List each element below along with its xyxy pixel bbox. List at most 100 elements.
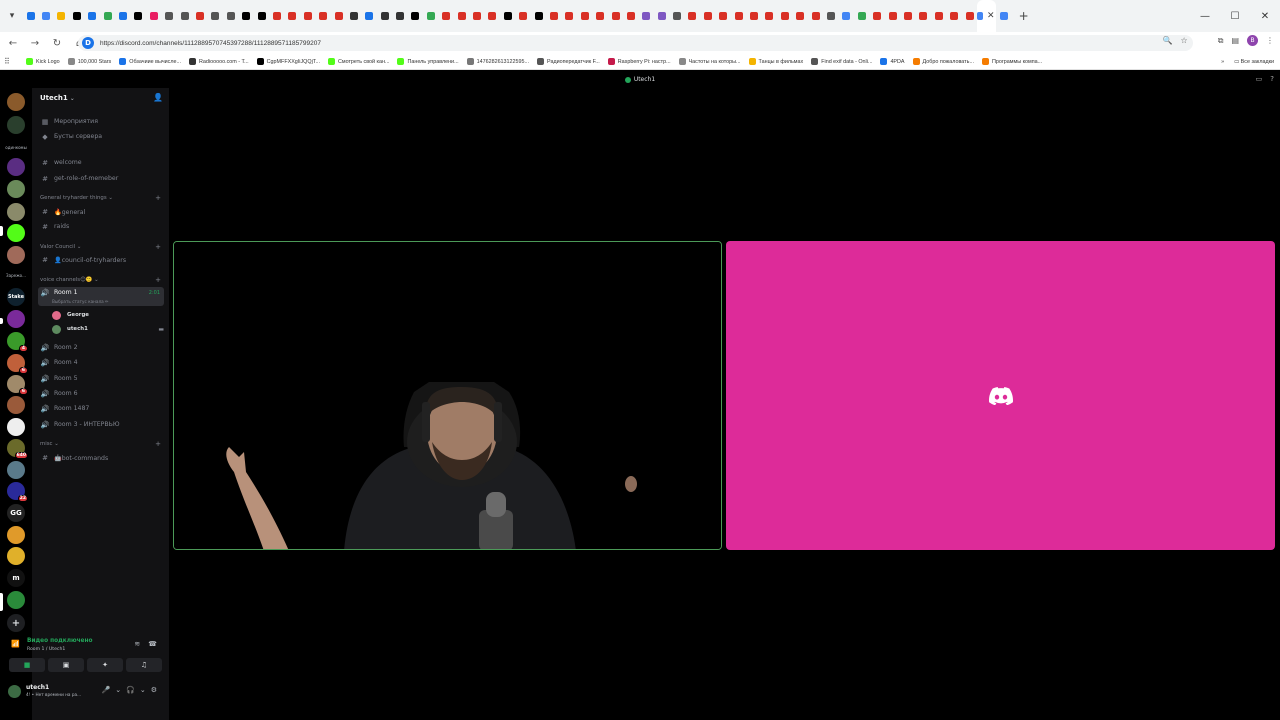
server-icon[interactable]: 22 [7,482,28,502]
address-bar[interactable]: D https://discord.com/channels/111288957… [78,35,1193,51]
browser-tab[interactable] [639,0,654,32]
disconnect-icon[interactable]: ☎ [148,640,157,648]
back-icon[interactable]: ← [4,34,22,52]
browser-tab[interactable] [592,0,607,32]
server-icon[interactable] [7,224,25,242]
browser-tab[interactable] [962,0,977,32]
browser-tab[interactable] [946,0,961,32]
bookmark-item[interactable]: Добро пожаловать... [912,58,974,65]
bookmark-item[interactable]: Программы компа... [981,58,1042,65]
server-icon[interactable] [7,526,25,544]
server-icon[interactable] [7,418,25,436]
server-icon[interactable] [7,310,25,328]
apps-grid-icon[interactable]: ⠿ [4,57,18,66]
channel-get-role[interactable]: # get-role-of-memeber [38,172,164,185]
new-tab-icon[interactable]: + [1016,8,1032,24]
browser-tab[interactable] [516,0,531,32]
browser-tab[interactable] [900,0,915,32]
server-icon[interactable]: 6 [7,375,28,395]
browser-tab[interactable] [546,0,561,32]
video-tile-avatar[interactable] [726,241,1275,550]
channel-general[interactable]: # 🔥general [38,205,164,218]
voice-room[interactable]: 🔊 Room 5 [38,372,164,385]
bookmark-item[interactable]: Raspberry Pi: настр... [607,58,671,65]
server-icon[interactable] [7,396,25,414]
bookmarks-overflow-icon[interactable]: » [1221,59,1224,65]
browser-tab[interactable] [700,0,715,32]
server-header[interactable]: Utech1 ⌄ 👤 [32,88,169,108]
add-server-icon[interactable]: + [7,614,25,632]
gear-icon[interactable]: ⚙ [151,686,157,694]
server-icon[interactable] [7,180,25,198]
browser-tab[interactable] [854,0,869,32]
inbox-icon[interactable]: ▭ [1256,75,1263,83]
browser-tab[interactable] [423,0,438,32]
browser-tab[interactable] [885,0,900,32]
help-icon[interactable]: ? [1270,75,1274,83]
server-icon[interactable]: m [7,569,25,587]
bookmark-item[interactable]: Панель управлени... [397,58,459,65]
maximize-icon[interactable]: ☐ [1220,0,1250,32]
browser-tab[interactable] [162,0,177,32]
voice-status-subtitle[interactable]: Room 1 / Utech1 [27,647,65,652]
category-voice-channels[interactable]: voice channels😊🙁 ⌄ + [40,275,164,285]
browser-tab[interactable] [38,0,53,32]
server-icon[interactable]: 4 [7,332,28,352]
category-valor-council[interactable]: Valor Council ⌄ + [40,242,164,252]
server-icon[interactable]: 6 [7,354,28,374]
browser-tab[interactable] [408,0,423,32]
browser-tab[interactable] [69,0,84,32]
chevron-down-icon[interactable]: ⌄ [140,686,146,694]
browser-tab[interactable] [623,0,638,32]
browser-tab[interactable] [716,0,731,32]
browser-tab[interactable] [300,0,315,32]
browser-tab[interactable] [346,0,361,32]
server-icon[interactable] [7,116,25,134]
minimize-icon[interactable]: — [1190,0,1220,32]
browser-tab[interactable] [654,0,669,32]
noise-suppression-icon[interactable]: ≋ [134,640,140,648]
tab-search-icon[interactable]: ▾ [3,7,21,25]
browser-tab[interactable] [823,0,838,32]
forward-icon[interactable]: → [26,34,44,52]
browser-tab[interactable] [223,0,238,32]
browser-tab[interactable] [839,0,854,32]
browser-tab[interactable] [746,0,761,32]
browser-tab[interactable] [454,0,469,32]
microphone-icon[interactable]: 🎤 [102,686,111,694]
server-icon[interactable] [7,246,25,264]
browser-tab[interactable] [685,0,700,32]
video-tile-camera[interactable] [173,241,722,550]
extensions-icon[interactable]: ⧉ [1218,36,1224,46]
boosts-item[interactable]: ◆ Бусты сервера [38,130,164,143]
bookmark-item[interactable]: Find exif data - Onli... [811,58,872,65]
browser-tab[interactable] [439,0,454,32]
create-channel-icon[interactable]: + [155,243,161,251]
browser-tab[interactable] [238,0,253,32]
server-icon[interactable]: Stake [7,288,25,306]
bookmark-item[interactable]: Обзачиие вычисле... [119,58,181,65]
browser-tab[interactable] [996,0,1011,32]
browser-tab[interactable] [608,0,623,32]
create-channel-icon[interactable]: + [155,276,161,284]
events-item[interactable]: ▦ Мероприятия [38,115,164,128]
browser-tab[interactable] [23,0,38,32]
browser-tab[interactable] [793,0,808,32]
browser-tab[interactable] [254,0,269,32]
browser-tab[interactable] [208,0,223,32]
voice-room[interactable]: 🔊 Room 3 - ИНТЕРВЬЮ [38,418,164,431]
browser-tab[interactable] [731,0,746,32]
user-name[interactable]: utech1 [26,684,49,691]
bookmark-item[interactable]: 1476282613122595... [466,58,529,65]
browser-tab[interactable] [331,0,346,32]
browser-tab[interactable] [531,0,546,32]
server-icon[interactable] [7,203,25,221]
browser-tab[interactable] [131,0,146,32]
server-icon[interactable]: 640 [7,439,28,459]
browser-tab[interactable] [100,0,115,32]
camera-button[interactable]: ■ [9,658,45,672]
browser-tab[interactable] [146,0,161,32]
browser-tab[interactable] [500,0,515,32]
bookmark-item[interactable]: Танцы в фильмах [748,58,803,65]
category-misc[interactable]: misc ⌄ + [40,439,164,449]
